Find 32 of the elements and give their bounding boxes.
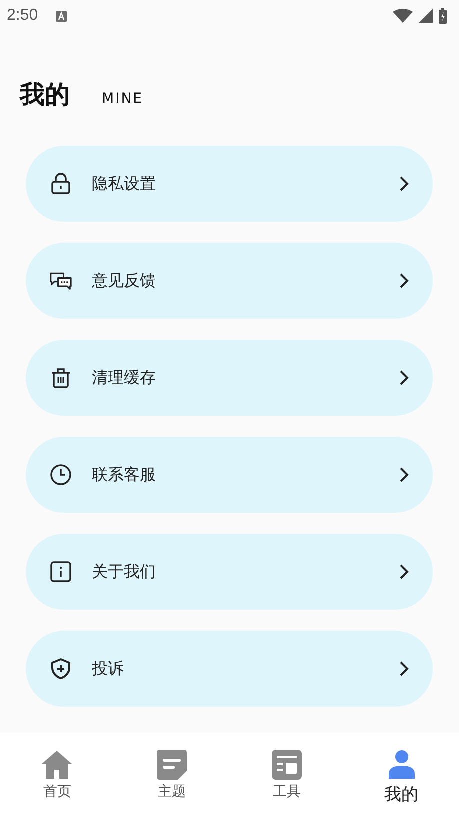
lock-icon — [50, 173, 72, 195]
battery-icon — [439, 8, 447, 24]
signal-icon — [419, 9, 433, 23]
menu-item[interactable]: 联系客服 — [26, 437, 433, 513]
notification-icon — [56, 10, 68, 22]
chevron-right-icon — [399, 176, 409, 192]
clock-icon — [50, 464, 72, 486]
menu-item[interactable]: 关于我们 — [26, 534, 433, 610]
nav-tab[interactable]: 我的 — [344, 733, 459, 817]
layout-icon — [270, 749, 303, 781]
status-time: 2:50 — [7, 7, 38, 25]
chevron-right-icon — [399, 273, 409, 289]
page-title: 我的 — [20, 79, 70, 111]
chevron-right-icon — [399, 661, 409, 677]
nav-tab[interactable]: 主题 — [114, 733, 230, 817]
home-icon — [41, 749, 74, 781]
shield-plus-icon — [50, 658, 72, 680]
chevron-right-icon — [399, 370, 409, 386]
menu-item[interactable]: 意见反馈 — [26, 243, 433, 319]
nav-tab[interactable]: 首页 — [0, 733, 115, 817]
wifi-icon — [393, 9, 413, 23]
menu-item[interactable]: 投诉 — [26, 631, 433, 707]
note-icon — [156, 749, 188, 781]
menu-item[interactable]: 隐私设置 — [26, 146, 433, 222]
trash-icon — [50, 367, 72, 389]
menu-item[interactable]: 清理缓存 — [26, 340, 433, 416]
chat-icon — [50, 270, 72, 292]
info-icon — [50, 561, 72, 583]
chevron-right-icon — [399, 564, 409, 580]
chevron-right-icon — [399, 467, 409, 483]
nav-tab[interactable]: 工具 — [230, 733, 344, 817]
page-subtitle: MINE — [102, 91, 144, 107]
